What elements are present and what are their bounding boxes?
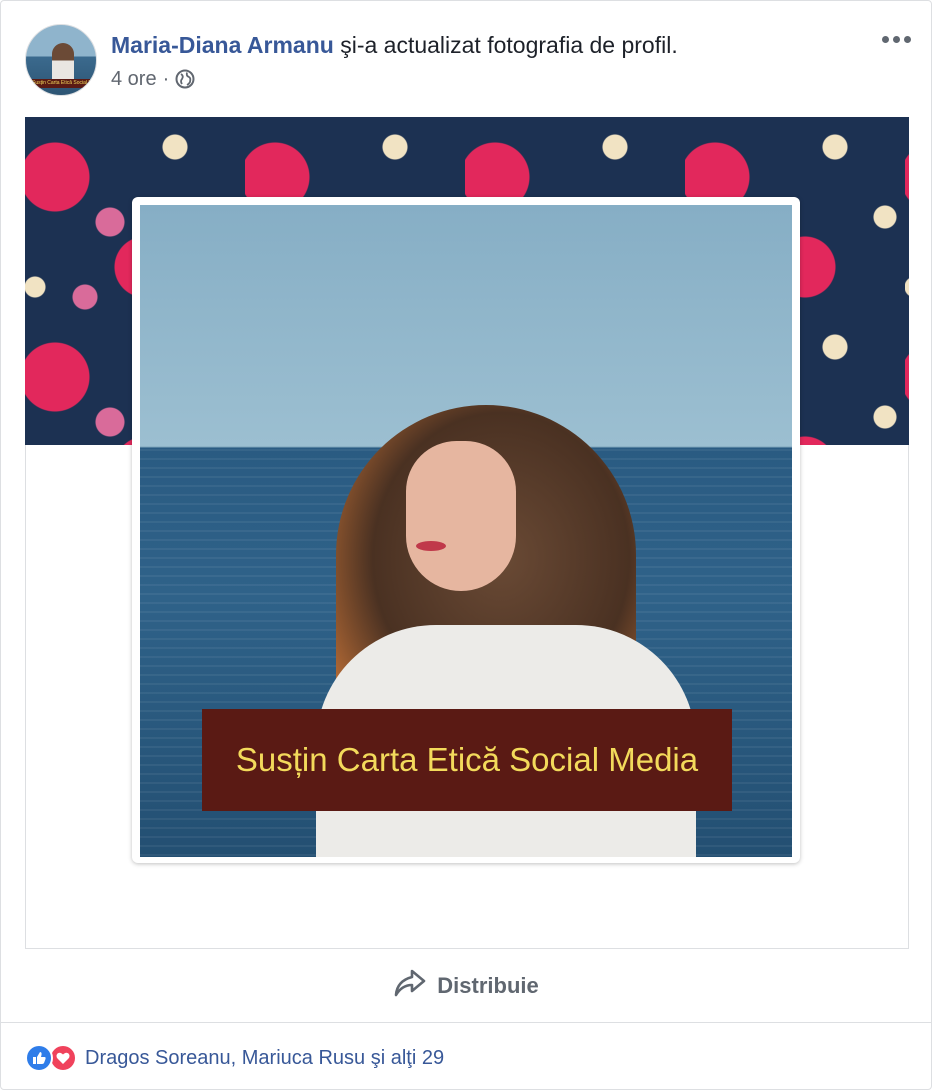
photo-face bbox=[406, 441, 516, 591]
profile-frame-banner-text: Susțin Carta Etică Social Media bbox=[235, 741, 699, 778]
globe-icon[interactable] bbox=[175, 69, 195, 89]
more-options-icon[interactable] bbox=[879, 29, 913, 49]
like-icon bbox=[25, 1044, 53, 1072]
reactions-likers-link[interactable]: Dragos Soreanu, Mariuca Rusu şi alţi 29 bbox=[85, 1047, 444, 1070]
post-meta: 4 ore · bbox=[111, 66, 195, 92]
author-name-link[interactable]: Maria-Diana Armanu bbox=[111, 32, 334, 58]
meta-separator: · bbox=[162, 68, 170, 90]
share-arrow-icon bbox=[393, 968, 427, 1003]
post-action-text: şi-a actualizat fotografia de profil. bbox=[340, 32, 678, 58]
post-card: Susțin Carta Etică Social Media Maria-Di… bbox=[0, 0, 932, 1090]
more-dot bbox=[903, 35, 911, 43]
post-header: Maria-Diana Armanu şi-a actualizat fotog… bbox=[111, 31, 678, 59]
share-button-label: Distribuie bbox=[437, 972, 539, 998]
photo-lips bbox=[416, 541, 446, 551]
post-timestamp[interactable]: 4 ore bbox=[111, 66, 157, 92]
reaction-icons[interactable] bbox=[25, 1044, 77, 1072]
more-dot bbox=[881, 35, 889, 43]
author-avatar[interactable]: Susțin Carta Etică Social Media bbox=[25, 24, 97, 96]
post-actions-bar: Distribuie bbox=[1, 949, 931, 1023]
reactions-summary: Dragos Soreanu, Mariuca Rusu şi alţi 29 bbox=[25, 1041, 444, 1075]
profile-photo[interactable]: Susțin Carta Etică Social Media bbox=[140, 205, 792, 857]
more-dot bbox=[892, 35, 900, 43]
avatar-banner: Susțin Carta Etică Social Media bbox=[32, 79, 90, 88]
love-icon bbox=[49, 1044, 77, 1072]
profile-frame-banner: Susțin Carta Etică Social Media bbox=[202, 709, 732, 811]
share-button[interactable]: Distribuie bbox=[377, 960, 554, 1011]
